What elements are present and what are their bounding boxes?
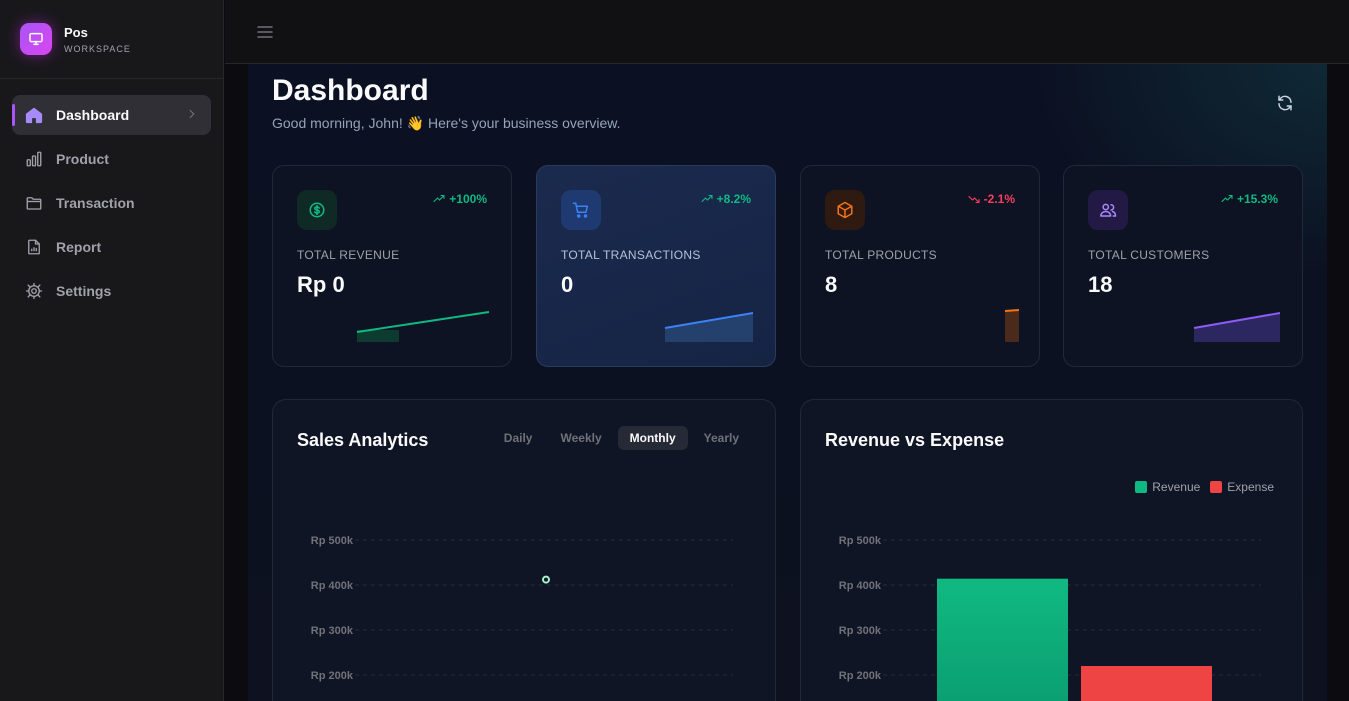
trend-badge: +15.3% [1221,192,1278,206]
stat-card-products[interactable]: -2.1% TOTAL PRODUCTS 8 [800,165,1040,367]
revenue-expense-panel: Revenue vs Expense Revenue Expense Rp 50… [800,399,1303,701]
brand-name: Pos [64,24,88,40]
sidebar-item-product[interactable]: Product [12,139,211,179]
trend-badge: -2.1% [968,192,1015,206]
file-chart-icon [24,237,44,257]
sidebar-item-label: Transaction [56,195,135,211]
y-tick-label: Rp 300k [311,625,354,637]
sidebar-nav: Dashboard Product Transaction Report Set… [0,79,223,331]
gear-icon [24,281,44,301]
sparkline [356,311,490,342]
stat-label: TOTAL TRANSACTIONS [561,248,701,262]
dollar-icon [297,190,337,230]
stat-value: 18 [1088,272,1113,297]
stat-card-transactions[interactable]: +8.2% TOTAL TRANSACTIONS 0 [536,165,776,367]
main-content: Dashboard Good morning, John! 👋 Here's y… [248,64,1327,701]
trend-value: +8.2% [716,192,751,206]
trend-value: +100% [449,192,487,206]
y-tick-label: Rp 300k [839,625,882,637]
sidebar-item-label: Product [56,151,109,167]
y-tick-label: Rp 200k [311,670,354,682]
refresh-icon[interactable] [1274,92,1296,114]
sidebar-item-label: Settings [56,283,112,299]
stat-label: TOTAL REVENUE [297,248,400,262]
cart-icon [561,190,601,230]
trend-down-icon [968,195,980,204]
bar-chart-icon [24,149,44,169]
home-icon [24,105,44,125]
sparkline [1004,309,1019,342]
stat-card-customers[interactable]: +15.3% TOTAL CUSTOMERS 18 [1063,165,1303,367]
page-subtitle: Good morning, John! 👋 Here's your busine… [272,115,621,131]
folder-icon [24,193,44,213]
topbar [225,0,1349,64]
stat-value: 8 [825,272,838,297]
trend-up-icon [1221,194,1233,203]
chevron-right-icon [185,107,199,124]
box-icon [825,190,865,230]
sidebar-item-settings[interactable]: Settings [12,271,211,311]
trend-up-icon [433,194,445,203]
stat-card-revenue[interactable]: +100% TOTAL REVENUE Rp 0 [272,165,512,367]
y-tick-label: Rp 500k [311,535,354,547]
y-tick-label: Rp 500k [839,535,882,547]
bar-expense [1081,666,1212,701]
sidebar-item-label: Report [56,239,102,255]
sparkline [664,312,754,342]
y-tick-label: Rp 400k [311,580,354,592]
brand[interactable]: Pos WORKSPACE [0,0,223,79]
trend-badge: +100% [433,192,487,206]
sparkline [1193,312,1281,342]
stat-label: TOTAL CUSTOMERS [1088,248,1210,262]
brand-subtitle: WORKSPACE [64,43,131,54]
stat-label: TOTAL PRODUCTS [825,248,937,262]
bar-revenue [937,578,1068,701]
trend-value: +15.3% [1236,192,1278,206]
users-icon [1088,190,1128,230]
stat-value: 0 [561,272,574,297]
sidebar-item-transaction[interactable]: Transaction [12,183,211,223]
revenue-expense-chart: Rp 500k Rp 400k Rp 300k Rp 200k [839,535,1261,701]
trend-badge: +8.2% [701,192,751,206]
monitor-icon [20,23,52,55]
trend-up-icon [701,194,713,203]
page-title: Dashboard [272,74,429,107]
sidebar: Pos WORKSPACE Dashboard Product Transact… [0,0,224,701]
data-point [542,575,550,584]
y-tick-label: Rp 200k [839,670,882,682]
sidebar-item-report[interactable]: Report [12,227,211,267]
sales-chart: Rp 500k Rp 400k Rp 300k Rp 200k [311,535,733,682]
sidebar-item-label: Dashboard [56,107,130,123]
stat-value: Rp 0 [297,272,345,297]
trend-value: -2.1% [983,192,1015,206]
sidebar-item-dashboard[interactable]: Dashboard [12,95,211,135]
sales-analytics-panel: Sales Analytics Daily Weekly Monthly Yea… [272,399,776,701]
y-tick-label: Rp 400k [839,580,882,592]
menu-icon[interactable] [255,22,275,42]
